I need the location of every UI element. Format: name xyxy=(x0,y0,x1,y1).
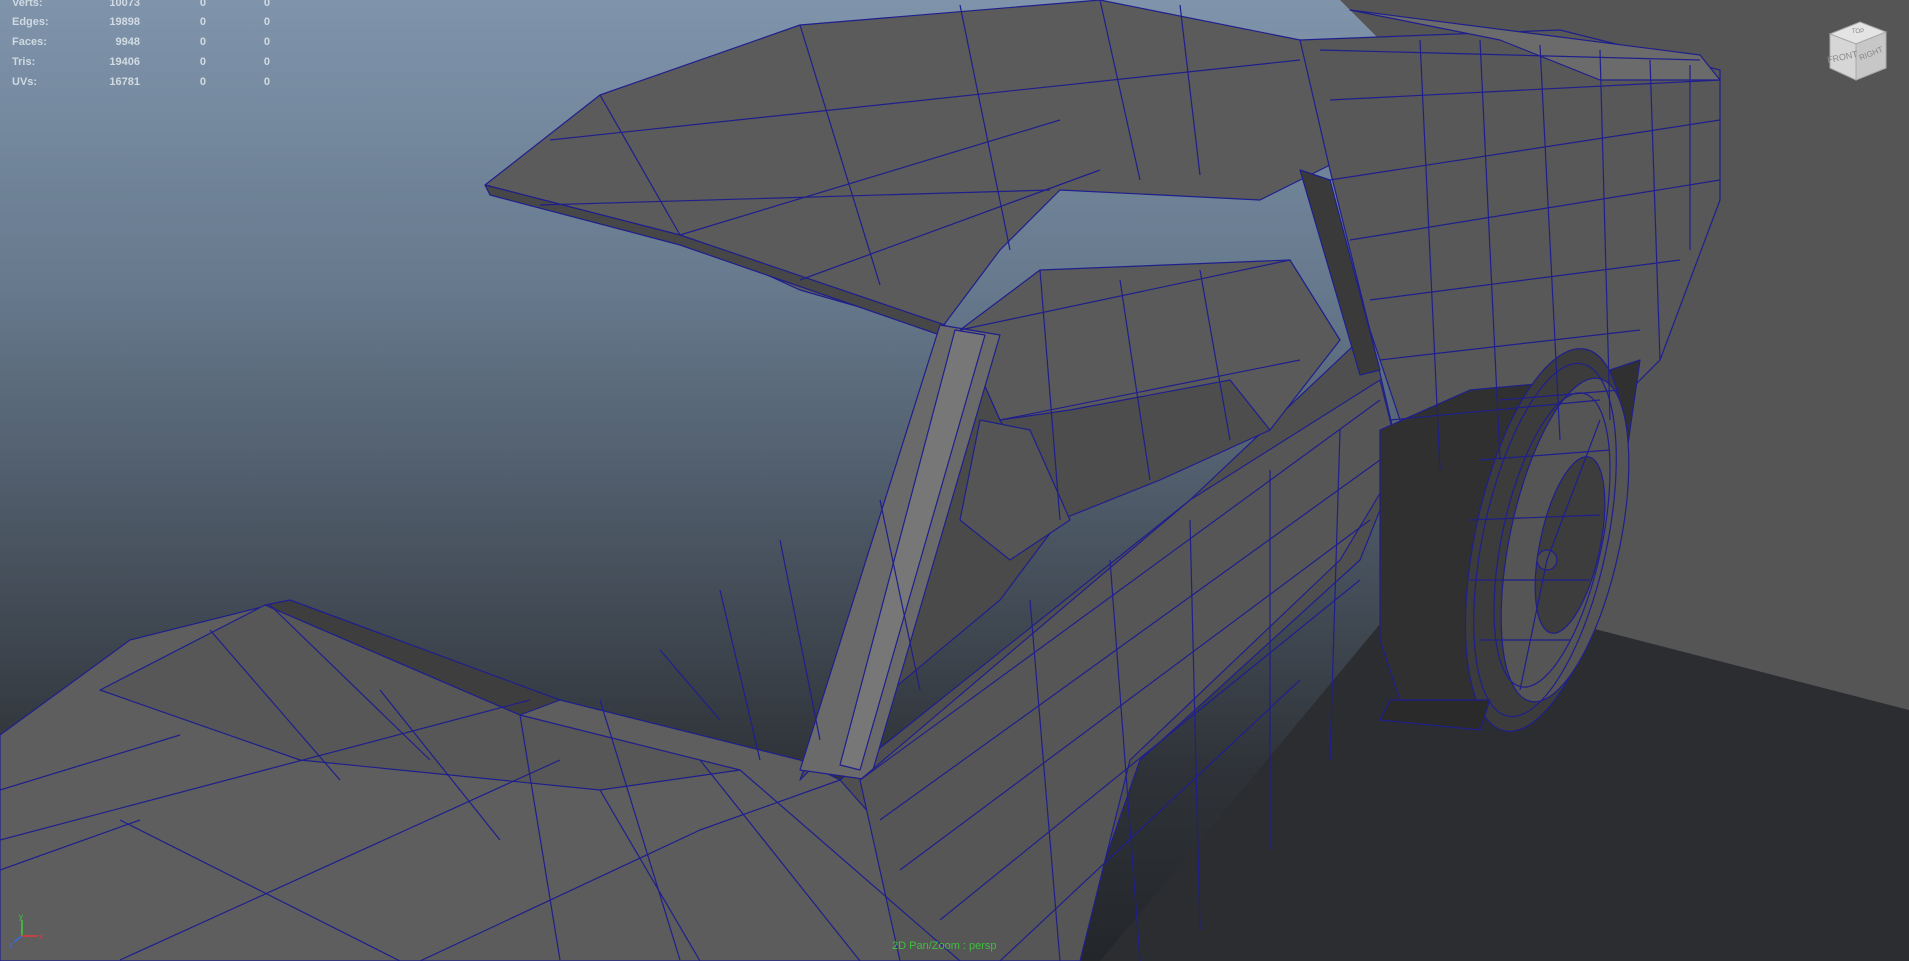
hud-value: 0 xyxy=(263,76,270,88)
3d-viewport[interactable]: Verts: 10073 0 0 Edges: 19898 0 0 Faces:… xyxy=(0,0,1909,961)
camera-label: 2D Pan/Zoom : persp xyxy=(892,940,997,952)
hud-label: Verts: xyxy=(12,0,43,9)
hud-value: 0 xyxy=(199,0,206,9)
hud-value: 10073 xyxy=(109,0,140,9)
hud-value: 0 xyxy=(263,56,270,68)
hud-value: 0 xyxy=(199,16,206,28)
hud-value: 0 xyxy=(199,56,206,68)
hud-label: Tris: xyxy=(12,56,36,68)
view-cube-icon[interactable]: TOP FRONT RIGHT xyxy=(1820,14,1894,88)
hud-value: 0 xyxy=(263,0,270,9)
axis-gizmo-icon: y x z xyxy=(9,912,43,950)
hud-label: Edges: xyxy=(12,16,49,28)
hud-value: 0 xyxy=(199,76,206,88)
hud-value: 0 xyxy=(263,16,270,28)
hud-value: 19898 xyxy=(109,16,140,28)
hud-label: UVs: xyxy=(12,76,38,88)
axis-y-label: y xyxy=(19,912,23,921)
hud-value: 16781 xyxy=(109,76,140,88)
hud-value: 0 xyxy=(199,36,206,48)
view-cube-top-label: TOP xyxy=(1852,29,1864,35)
axis-z-label: z xyxy=(9,941,13,950)
hud-value: 0 xyxy=(263,36,270,48)
axis-x-label: x xyxy=(39,932,43,941)
hud-value: 9948 xyxy=(115,36,140,48)
hud-value: 19406 xyxy=(109,56,140,68)
car-mesh-wireframe[interactable] xyxy=(0,0,1909,961)
hud-label: Faces: xyxy=(12,36,47,48)
